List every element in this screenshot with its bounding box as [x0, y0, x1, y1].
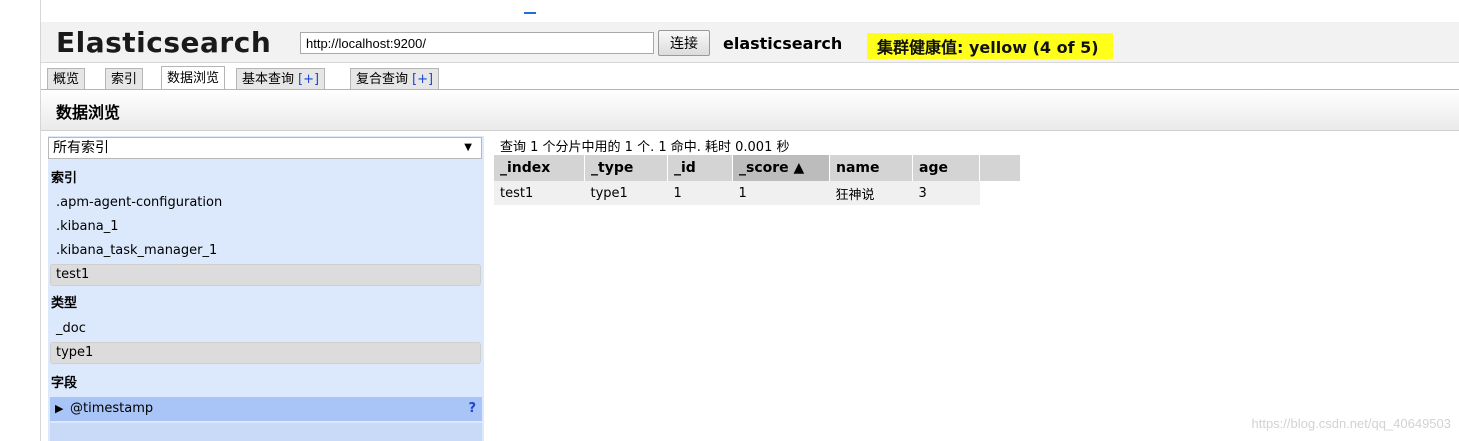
cell-age: 3 — [912, 181, 980, 205]
cell-name: 狂神说 — [829, 181, 913, 205]
index-group-label: 索引 — [51, 171, 78, 186]
tab-expand-link[interactable]: [+] — [298, 72, 319, 87]
expand-triangle-icon[interactable]: ▶ — [55, 397, 63, 421]
index-item[interactable]: .apm-agent-configuration — [50, 192, 481, 214]
tab-overview[interactable]: 概览 — [47, 68, 86, 90]
tab-indices[interactable]: 索引 — [105, 68, 144, 90]
cell-filler — [979, 181, 1021, 205]
index-item-selected[interactable]: test1 — [50, 264, 481, 286]
cell-id: 1 — [667, 181, 733, 205]
field-help-icon[interactable]: ? — [468, 397, 476, 421]
results-header-row: _index _type _id _score ▲ name age — [494, 155, 1021, 181]
column-header-age[interactable]: age — [912, 155, 980, 181]
field-item[interactable]: ▶ @timestamp ? — [50, 397, 482, 421]
window-left-edge — [40, 0, 41, 441]
column-header-index[interactable]: _index — [494, 155, 585, 181]
table-row[interactable]: test1 type1 1 1 狂神说 3 — [494, 181, 1021, 205]
cluster-url-input[interactable] — [300, 32, 654, 54]
cluster-name: elasticsearch — [723, 34, 843, 53]
tab-label: 基本查询 — [242, 72, 295, 87]
type-item[interactable]: _doc — [50, 318, 481, 340]
index-item[interactable]: .kibana_1 — [50, 216, 481, 238]
tab-label: 索引 — [111, 72, 138, 87]
top-cursor-mark — [524, 12, 536, 14]
field-name: @timestamp — [70, 401, 154, 416]
type-item-selected[interactable]: type1 — [50, 342, 481, 364]
cell-score: 1 — [732, 181, 830, 205]
tab-label: 复合查询 — [356, 72, 409, 87]
section-bar: 数据浏览 — [41, 90, 1459, 131]
results-table: _index _type _id _score ▲ name age test1… — [494, 155, 1021, 205]
cell-type: type1 — [584, 181, 668, 205]
field-item-partial[interactable] — [50, 423, 482, 441]
app-title: Elasticsearch — [56, 26, 272, 59]
column-header-name[interactable]: name — [829, 155, 913, 181]
column-header-id[interactable]: _id — [667, 155, 733, 181]
tab-data-browser[interactable]: 数据浏览 — [161, 66, 226, 91]
tab-label: 数据浏览 — [167, 71, 220, 86]
watermark: https://blog.csdn.net/qq_40649503 — [1251, 416, 1452, 431]
header-bar: Elasticsearch 连接 elasticsearch 集群健康值: ye… — [41, 22, 1459, 63]
cluster-health-badge: 集群健康值: yellow (4 of 5) — [867, 33, 1113, 59]
column-header-filler — [979, 155, 1021, 181]
tab-expand-link[interactable]: [+] — [412, 72, 433, 87]
type-group-label: 类型 — [51, 296, 78, 311]
tab-label: 概览 — [53, 72, 80, 87]
column-header-type[interactable]: _type — [584, 155, 668, 181]
column-header-score[interactable]: _score ▲ — [732, 155, 830, 181]
cell-index: test1 — [494, 181, 585, 205]
query-summary: 查询 1 个分片中用的 1 个. 1 命中. 耗时 0.001 秒 — [500, 140, 790, 155]
index-select-value: 所有索引 — [53, 140, 109, 156]
index-select[interactable]: 所有索引 ▼ — [48, 137, 482, 159]
index-item[interactable]: .kibana_task_manager_1 — [50, 240, 481, 262]
page-title: 数据浏览 — [56, 103, 121, 122]
connect-button[interactable]: 连接 — [658, 30, 710, 56]
tab-compound-query[interactable]: 复合查询 [+] — [350, 68, 440, 90]
tab-basic-query[interactable]: 基本查询 [+] — [236, 68, 326, 90]
dropdown-arrow-icon: ▼ — [464, 142, 472, 153]
browser-sidebar: 所有索引 ▼ 索引 .apm-agent-configuration .kiba… — [48, 136, 484, 441]
field-group-label: 字段 — [51, 376, 78, 391]
